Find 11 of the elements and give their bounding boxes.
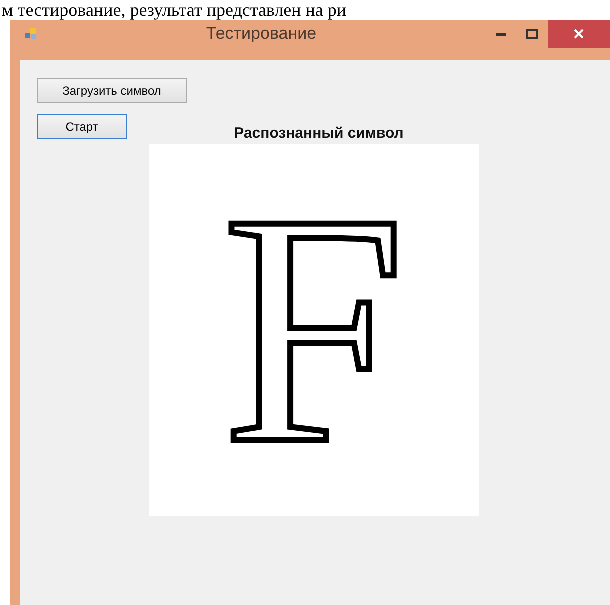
app-icon [25,28,37,40]
close-icon [574,29,584,39]
window-title: Тестирование [206,24,317,43]
result-label: Распознанный символ [234,126,404,144]
minimize-icon [496,32,506,36]
close-button[interactable] [548,20,610,48]
recognized-symbol: F [222,165,406,495]
form-button[interactable]: Старт [37,114,127,139]
form-button[interactable]: Загрузить символ [37,78,187,103]
document-text: м тестирование, результат представлен на ри [1,0,348,20]
maximize-icon [526,29,538,39]
